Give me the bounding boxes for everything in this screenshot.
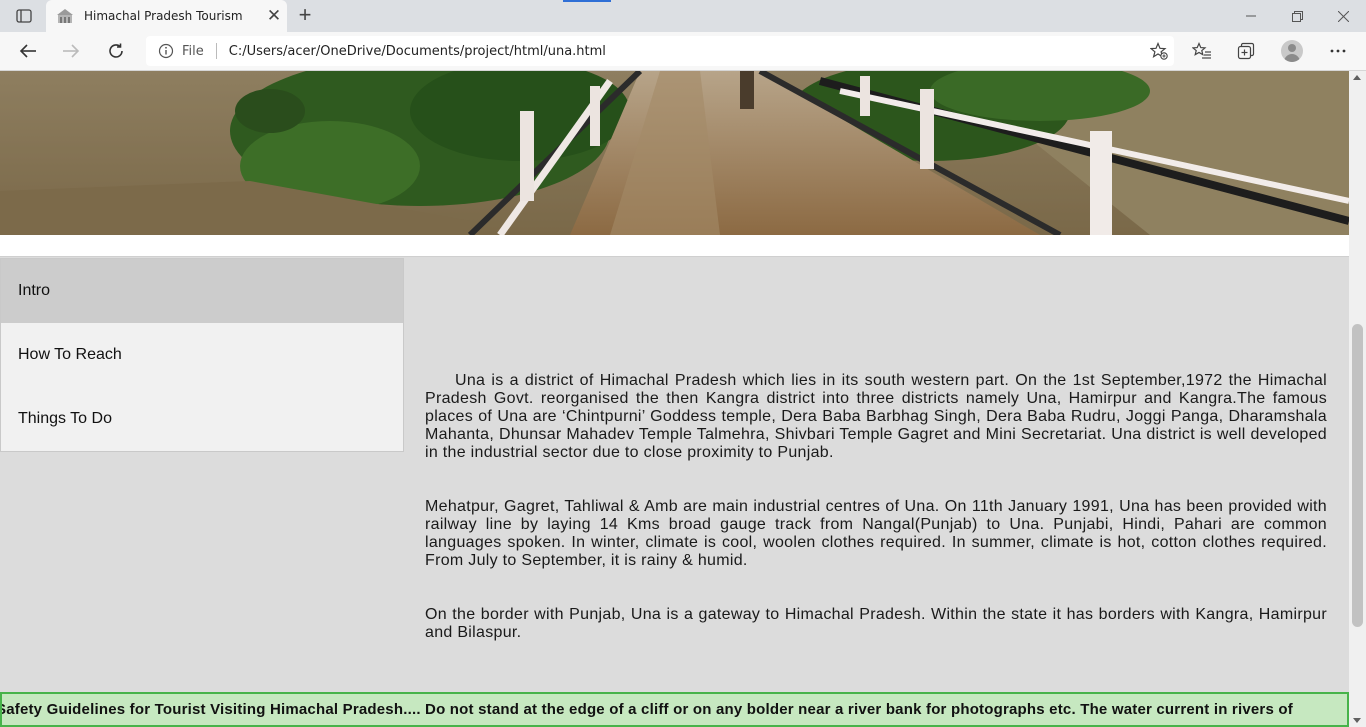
- nav-item-things-to-do[interactable]: Things To Do: [1, 387, 403, 451]
- intro-content: Una is a district of Himachal Pradesh wh…: [425, 372, 1327, 678]
- info-icon[interactable]: [158, 43, 174, 59]
- new-tab-icon[interactable]: +: [292, 4, 318, 28]
- back-arrow-icon[interactable]: [14, 38, 42, 64]
- add-favorite-star-icon[interactable]: [1144, 39, 1174, 63]
- address-divider: [215, 43, 217, 59]
- header-band: [0, 235, 1349, 257]
- industry-paragraph: Mehatpur, Gagret, Tahliwal & Amb are mai…: [425, 498, 1327, 569]
- close-tab-icon[interactable]: ✕: [261, 6, 287, 26]
- page-scrollbar[interactable]: [1349, 71, 1366, 727]
- tab-title: Himachal Pradesh Tourism: [84, 9, 243, 23]
- window-controls: [1228, 0, 1366, 32]
- scroll-down-arrow-icon[interactable]: [1353, 718, 1361, 723]
- forward-arrow-icon[interactable]: [57, 38, 85, 64]
- scroll-up-arrow-icon[interactable]: [1353, 75, 1361, 80]
- address-prefix: File: [182, 43, 204, 59]
- restore-icon[interactable]: [1274, 0, 1320, 32]
- hero-image: [0, 71, 1349, 235]
- url-text[interactable]: C:/Users/acer/OneDrive/Documents/project…: [229, 44, 1144, 59]
- nav-item-how-to-reach[interactable]: How To Reach: [1, 323, 403, 387]
- more-menu-icon[interactable]: [1323, 38, 1353, 64]
- favorites-list-icon[interactable]: [1187, 38, 1217, 64]
- refresh-icon[interactable]: [102, 38, 130, 64]
- side-navigation: Intro How To Reach Things To Do: [0, 258, 404, 452]
- tab-actions-icon[interactable]: [10, 6, 38, 26]
- minimize-icon[interactable]: [1228, 0, 1274, 32]
- collections-icon[interactable]: [1231, 38, 1261, 64]
- scrollbar-thumb[interactable]: [1352, 324, 1363, 627]
- close-window-icon[interactable]: [1320, 0, 1366, 32]
- tab-indicator: [563, 0, 611, 2]
- temple-favicon-icon: [56, 8, 74, 24]
- marquee-text: Safety Guidelines for Tourist Visiting H…: [0, 701, 1293, 718]
- browser-toolbar: File C:/Users/acer/OneDrive/Documents/pr…: [0, 32, 1366, 71]
- tab-strip: Himachal Pradesh Tourism ✕ +: [0, 0, 1366, 32]
- safety-marquee: Safety Guidelines for Tourist Visiting H…: [0, 692, 1349, 727]
- browser-tab[interactable]: Himachal Pradesh Tourism ✕: [46, 0, 287, 32]
- address-bar[interactable]: File C:/Users/acer/OneDrive/Documents/pr…: [146, 36, 1174, 66]
- page-viewport: Intro How To Reach Things To Do Una is a…: [0, 71, 1349, 727]
- border-paragraph: On the border with Punjab, Una is a gate…: [425, 606, 1327, 641]
- nav-item-intro[interactable]: Intro: [1, 259, 403, 323]
- intro-paragraph: Una is a district of Himachal Pradesh wh…: [425, 372, 1327, 461]
- profile-avatar-icon[interactable]: [1277, 38, 1307, 64]
